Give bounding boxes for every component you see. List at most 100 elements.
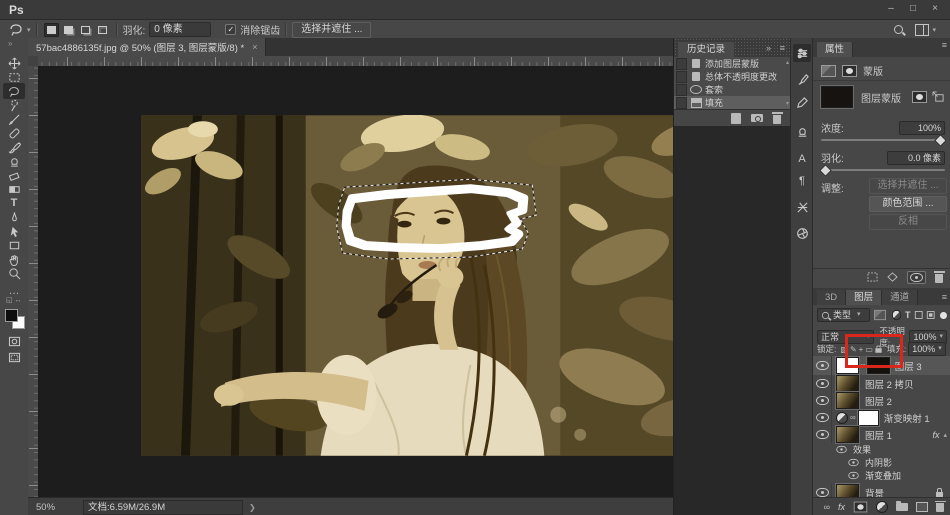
- quick-mask-button[interactable]: [3, 334, 25, 348]
- status-expand-icon[interactable]: ❯: [249, 503, 256, 512]
- layer-filter-kind-select[interactable]: 类型▾: [817, 308, 870, 322]
- visibility-toggle[interactable]: [813, 375, 832, 392]
- pen-tool[interactable]: [3, 210, 25, 224]
- subtract-selection-button[interactable]: [78, 23, 93, 37]
- select-and-mask-button[interactable]: 选择并遮住 ...: [869, 178, 947, 194]
- load-selection-icon[interactable]: [867, 272, 878, 282]
- clone-stamp-tool[interactable]: [3, 154, 25, 168]
- character-panel-icon[interactable]: A: [793, 150, 811, 168]
- tool-presets-panel-icon[interactable]: [793, 198, 811, 216]
- feather-slider-knob[interactable]: [819, 164, 832, 177]
- toolbar-collapse-chevrons[interactable]: »: [8, 39, 12, 48]
- layer-name[interactable]: 图层 2 拷贝: [865, 377, 914, 391]
- layer-name[interactable]: 图层 2: [865, 394, 892, 408]
- paragraph-panel-icon[interactable]: ¶: [793, 172, 811, 190]
- feather-value[interactable]: 0.0 像素: [887, 151, 945, 165]
- visibility-toggle[interactable]: [813, 409, 832, 426]
- zoom-tool[interactable]: [3, 266, 25, 280]
- type-tool[interactable]: T: [3, 196, 25, 210]
- effect-row-inner-shadow[interactable]: 内阴影: [813, 456, 950, 469]
- eye-icon[interactable]: [848, 459, 858, 466]
- antialias-checkbox[interactable]: ✓: [225, 24, 236, 35]
- layer-style-fx-icon[interactable]: fx: [932, 430, 939, 440]
- layer-row-layer2-copy[interactable]: 图层 2 拷贝: [813, 375, 950, 392]
- maximize-button[interactable]: □: [902, 0, 924, 18]
- fill-value[interactable]: 100%▾: [908, 342, 946, 356]
- layer-row-layer2[interactable]: 图层 2: [813, 392, 950, 409]
- properties-panel-icon[interactable]: [793, 44, 811, 62]
- tool-preset-picker[interactable]: ▾: [0, 23, 31, 36]
- visibility-toggle[interactable]: [813, 392, 832, 409]
- rectangle-shape-tool[interactable]: [3, 238, 25, 252]
- layer-name[interactable]: 图层 1: [865, 428, 932, 442]
- foreground-color-swatch[interactable]: [5, 309, 18, 322]
- intersect-selection-button[interactable]: [95, 23, 110, 37]
- scroll-up-icon[interactable]: ▴: [786, 59, 789, 66]
- add-selection-button[interactable]: [61, 23, 76, 37]
- feather-slider[interactable]: [821, 169, 945, 171]
- delete-state-icon[interactable]: [773, 115, 781, 124]
- brushes-panel-icon[interactable]: [793, 94, 811, 112]
- tab-3d[interactable]: 3D: [817, 290, 846, 305]
- layer-row-layer1[interactable]: 图层 1 fx ▴: [813, 426, 950, 443]
- visibility-toggle[interactable]: [813, 356, 832, 375]
- move-tool[interactable]: [3, 56, 25, 70]
- history-source-well[interactable]: [676, 71, 687, 83]
- eraser-tool[interactable]: [3, 168, 25, 182]
- search-icon[interactable]: [894, 25, 903, 34]
- density-value[interactable]: 100%: [899, 121, 945, 135]
- mask-mode-icon[interactable]: [842, 65, 857, 77]
- layer-style-icon[interactable]: fx: [838, 502, 845, 512]
- layer-thumbnail[interactable]: [836, 392, 859, 409]
- delete-mask-icon[interactable]: [935, 274, 943, 283]
- enable-mask-button[interactable]: [907, 271, 926, 284]
- new-adjustment-layer-icon[interactable]: [876, 501, 888, 513]
- link-layers-icon[interactable]: ∞: [824, 502, 830, 512]
- filter-toggle-icon[interactable]: [940, 312, 947, 319]
- collapse-effects-icon[interactable]: ▴: [943, 431, 947, 439]
- layer-thumbnail[interactable]: [836, 426, 859, 443]
- history-state-row[interactable]: 总体不透明度更改: [674, 70, 791, 83]
- effects-header-row[interactable]: 效果: [813, 443, 950, 456]
- tab-channels[interactable]: 通道: [882, 290, 918, 305]
- apply-mask-icon[interactable]: [887, 272, 898, 282]
- visibility-toggle[interactable]: [813, 426, 832, 443]
- workspace-switcher[interactable]: ▾: [915, 24, 936, 36]
- history-state-row[interactable]: 填充: [674, 96, 791, 109]
- new-snapshot-icon[interactable]: [751, 114, 763, 122]
- collapse-panel-icon[interactable]: »: [766, 43, 771, 53]
- density-slider[interactable]: [821, 139, 945, 141]
- history-source-well[interactable]: [676, 84, 687, 96]
- brush-settings-panel-icon[interactable]: [793, 70, 811, 88]
- eye-icon[interactable]: [836, 446, 846, 453]
- new-group-icon[interactable]: [896, 503, 908, 511]
- scroll-down-icon[interactable]: ▾: [786, 100, 789, 107]
- screen-mode-button[interactable]: [3, 350, 25, 364]
- adjustment-filter-icon[interactable]: [891, 310, 901, 320]
- minimize-button[interactable]: –: [880, 0, 902, 18]
- layer-thumbnail[interactable]: [836, 375, 859, 392]
- eyedropper-tool[interactable]: [3, 112, 25, 126]
- eye-icon[interactable]: [848, 472, 858, 479]
- density-slider-knob[interactable]: [934, 134, 947, 147]
- mask-link-icon[interactable]: ∞: [850, 413, 856, 422]
- gradient-tool[interactable]: [3, 182, 25, 196]
- pixel-filter-icon[interactable]: [874, 310, 886, 320]
- smart-object-filter-icon[interactable]: [926, 310, 935, 320]
- mask-target-icon[interactable]: [932, 91, 945, 103]
- tab-layers[interactable]: 图层: [846, 290, 882, 305]
- camera-raw-panel-icon[interactable]: [793, 224, 811, 242]
- add-mask-icon[interactable]: [854, 501, 868, 512]
- lasso-tool[interactable]: [3, 83, 25, 99]
- select-and-mask-button[interactable]: 选择并遮住 ...: [292, 22, 371, 38]
- adjustment-mask-thumbnail[interactable]: [858, 410, 879, 426]
- spot-healing-tool[interactable]: [3, 126, 25, 140]
- history-source-well[interactable]: [676, 58, 687, 70]
- close-tab-icon[interactable]: ×: [252, 42, 257, 52]
- close-button[interactable]: ×: [924, 0, 946, 18]
- hand-tool[interactable]: [3, 252, 25, 266]
- invert-button[interactable]: 反相: [869, 214, 947, 230]
- history-state-row[interactable]: 添加图层蒙版: [674, 57, 791, 70]
- layer-row-gradient-map[interactable]: ∞ 渐变映射 1: [813, 409, 950, 426]
- history-tab[interactable]: 历史记录: [678, 42, 734, 57]
